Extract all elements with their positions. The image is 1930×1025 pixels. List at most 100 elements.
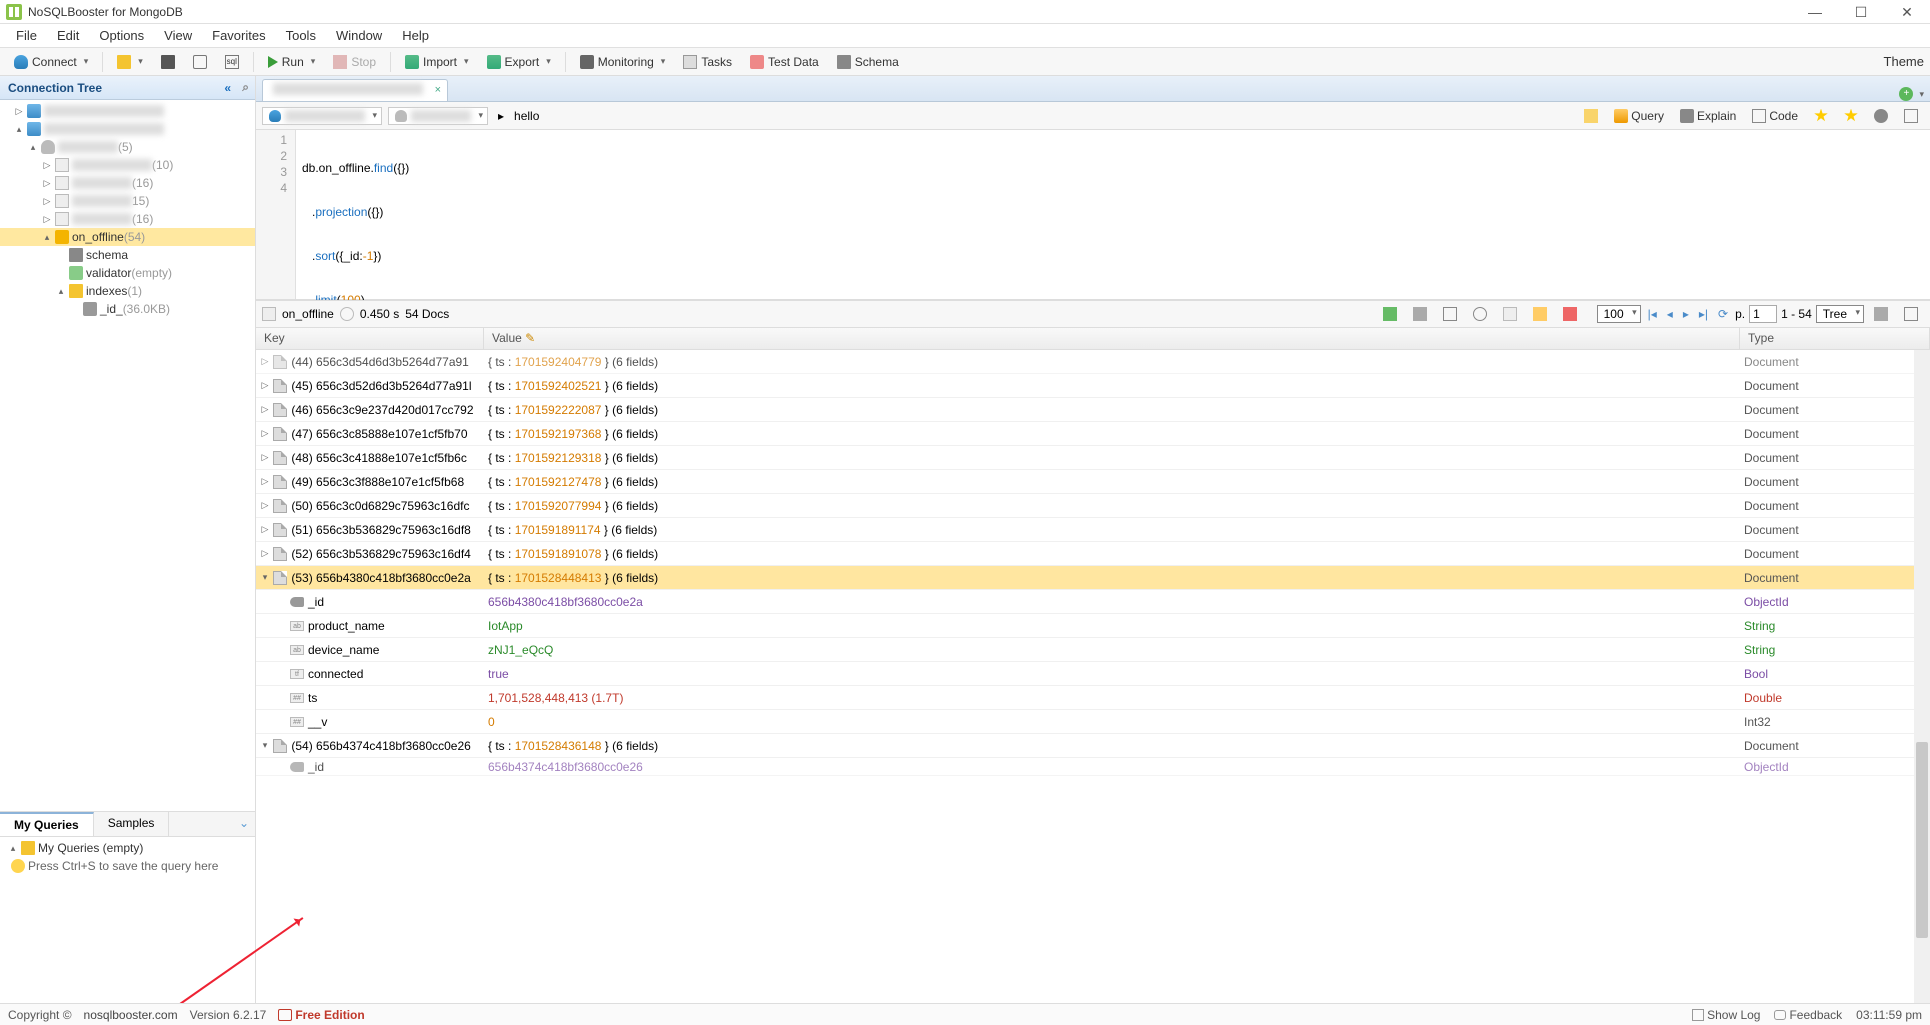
field-row[interactable]: ##__v0Int32 (256, 710, 1930, 734)
feedback-button[interactable]: Feedback (1774, 1008, 1842, 1022)
export-button[interactable]: Export (479, 52, 559, 72)
collapse-sidebar-icon[interactable]: « (224, 81, 231, 95)
column-key[interactable]: Key (256, 328, 484, 349)
refresh-button[interactable]: ⟳ (1715, 307, 1731, 321)
tab-samples[interactable]: Samples (94, 812, 170, 836)
tree-server-2[interactable]: ▴ (0, 120, 255, 138)
menu-favorites[interactable]: Favorites (204, 26, 273, 45)
first-page-button[interactable]: |◂ (1645, 307, 1660, 321)
open-folder-button[interactable] (109, 52, 151, 72)
tree-schema[interactable]: schema (0, 246, 255, 264)
database-select[interactable] (388, 107, 488, 125)
gear-dropdown[interactable] (1868, 107, 1894, 125)
pin-button[interactable] (1868, 305, 1894, 323)
close-button[interactable]: ✕ (1884, 0, 1930, 24)
field-row[interactable]: ##ts1,701,528,448,413 (1.7T)Double (256, 686, 1930, 710)
search-result-button[interactable] (1467, 305, 1493, 323)
show-log-button[interactable]: Show Log (1692, 1008, 1760, 1022)
connection-tree[interactable]: ▷ ▴ ▴ (5) ▷ (10) ▷ (16) ▷ 15) ▷ (16) ▴on… (0, 100, 255, 811)
new-tab-button[interactable]: + (1899, 87, 1913, 101)
edit-doc-button[interactable] (1527, 305, 1553, 323)
theme-label[interactable]: Theme (1884, 54, 1924, 69)
minimize-button[interactable]: — (1792, 0, 1838, 24)
tree-id-index[interactable]: _id_ (36.0KB) (0, 300, 255, 318)
site-link[interactable]: nosqlbooster.com (84, 1008, 178, 1022)
shell-button[interactable] (185, 52, 215, 72)
stop-button[interactable]: Stop (325, 52, 384, 72)
tree-indexes[interactable]: ▴indexes (1) (0, 282, 255, 300)
query-button[interactable]: Query (1608, 107, 1670, 125)
sql-button[interactable]: sql (217, 52, 247, 72)
result-body[interactable]: ▷ (44) 656c3d54d6d3b5264d77a91{ ts : 170… (256, 350, 1930, 1003)
format-button[interactable] (1578, 107, 1604, 125)
search-icon[interactable]: ⌕ (242, 80, 249, 95)
field-row[interactable]: abproduct_nameIotAppString (256, 614, 1930, 638)
view-select[interactable]: Tree (1816, 305, 1864, 323)
connection-select[interactable] (262, 107, 382, 125)
tab-my-queries[interactable]: My Queries (0, 812, 94, 836)
menu-tools[interactable]: Tools (278, 26, 324, 45)
table-row[interactable]: ▷ (47) 656c3c85888e107e1cf5fb70{ ts : 17… (256, 422, 1930, 446)
prev-page-button[interactable]: ◂ (1664, 307, 1676, 321)
page-input[interactable] (1749, 305, 1777, 323)
collapse-bottom-icon[interactable]: ⌄ (239, 816, 249, 830)
field-row[interactable]: _id656b4374c418bf3680cc0e26ObjectId (256, 758, 1930, 776)
menu-file[interactable]: File (8, 26, 45, 45)
export-results-button[interactable] (1377, 305, 1403, 323)
editor-code[interactable]: db.on_offline.find({}) .projection({}) .… (296, 130, 1930, 299)
maximize-editor-button[interactable] (1898, 107, 1924, 125)
vertical-scrollbar[interactable] (1914, 350, 1930, 1003)
tasks-button[interactable]: Tasks (675, 52, 740, 72)
save-button[interactable] (153, 52, 183, 72)
code-editor[interactable]: 1234 db.on_offline.find({}) .projection(… (256, 130, 1930, 300)
table-row[interactable]: ▷ (45) 656c3d52d6d3b5264d77a91l{ ts : 17… (256, 374, 1930, 398)
column-type[interactable]: Type (1740, 328, 1930, 349)
star-dropdown[interactable] (1838, 107, 1864, 125)
testdata-button[interactable]: Test Data (742, 52, 827, 72)
star-button[interactable] (1808, 107, 1834, 125)
maximize-button[interactable]: ☐ (1838, 0, 1884, 24)
menu-help[interactable]: Help (394, 26, 437, 45)
table-row[interactable]: ▷ (50) 656c3c0d6829c75963c16dfc{ ts : 17… (256, 494, 1930, 518)
query-tab[interactable]: × (262, 79, 448, 101)
field-row[interactable]: tfconnectedtrueBool (256, 662, 1930, 686)
code-button[interactable]: Code (1746, 107, 1804, 125)
close-tab-icon[interactable]: × (435, 84, 441, 96)
my-queries-folder[interactable]: ▴My Queries (empty) (4, 839, 251, 857)
free-edition-label[interactable]: Free Edition (278, 1008, 364, 1022)
table-row[interactable]: ▷ (51) 656c3b536829c75963c16df8{ ts : 17… (256, 518, 1930, 542)
field-row[interactable]: abdevice_namezNJ1_eQcQString (256, 638, 1930, 662)
tree-coll-1[interactable]: ▷ (10) (0, 156, 255, 174)
last-page-button[interactable]: ▸| (1696, 307, 1711, 321)
menu-view[interactable]: View (156, 26, 200, 45)
tree-coll-3[interactable]: ▷ 15) (0, 192, 255, 210)
menu-options[interactable]: Options (91, 26, 152, 45)
table-row[interactable]: ▷ (49) 656c3c3f888e107e1cf5fb68{ ts : 17… (256, 470, 1930, 494)
tree-validator[interactable]: validator (empty) (0, 264, 255, 282)
explain-button[interactable]: Explain (1674, 107, 1742, 125)
schema-button[interactable]: Schema (829, 52, 907, 72)
menu-window[interactable]: Window (328, 26, 390, 45)
import-button[interactable]: Import (397, 52, 477, 72)
edit-column-icon[interactable]: ✎ (525, 331, 535, 345)
next-page-button[interactable]: ▸ (1680, 307, 1692, 321)
tree-coll-2[interactable]: ▷ (16) (0, 174, 255, 192)
tree-coll-4[interactable]: ▷ (16) (0, 210, 255, 228)
graph-button[interactable] (1407, 305, 1433, 323)
tree-database[interactable]: ▴ (5) (0, 138, 255, 156)
menu-edit[interactable]: Edit (49, 26, 87, 45)
run-button[interactable]: Run (260, 52, 324, 72)
column-value[interactable]: Value ✎ (484, 328, 1740, 349)
table-row[interactable]: ▾ (54) 656b4374c418bf3680cc0e26{ ts : 17… (256, 734, 1930, 758)
table-row[interactable]: ▷ (44) 656c3d54d6d3b5264d77a91{ ts : 170… (256, 350, 1930, 374)
connect-button[interactable]: Connect (6, 52, 96, 72)
table-row[interactable]: ▾ (53) 656b4380c418bf3680cc0e2a{ ts : 17… (256, 566, 1930, 590)
monitoring-button[interactable]: Monitoring (572, 52, 674, 72)
maximize-result-button[interactable] (1898, 305, 1924, 323)
add-doc-button[interactable] (1497, 305, 1523, 323)
tree-server-1[interactable]: ▷ (0, 102, 255, 120)
tab-dropdown-icon[interactable]: ▾ (1919, 89, 1924, 100)
field-row[interactable]: _id656b4380c418bf3680cc0e2aObjectId (256, 590, 1930, 614)
display-options-button[interactable] (1437, 305, 1463, 323)
limit-select[interactable]: 100 (1597, 305, 1641, 323)
